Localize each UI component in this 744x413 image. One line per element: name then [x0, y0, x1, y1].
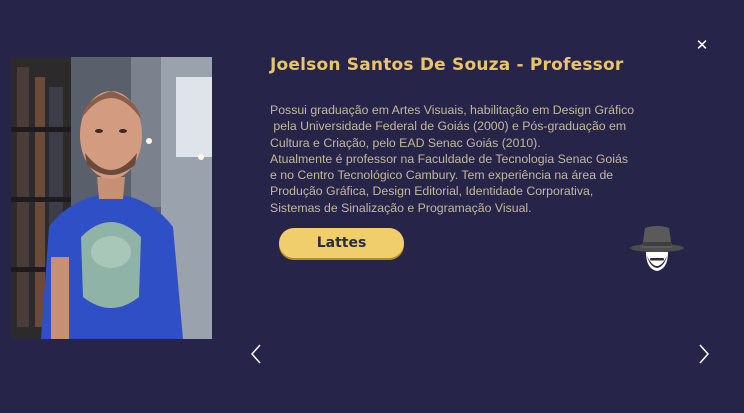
bio-line: Sistemas de Sinalização e Programação Vi…: [270, 200, 532, 215]
bio-line: Cultura e Criação, pelo EAD Senac Goiás …: [270, 135, 541, 150]
detective-hat-icon: [628, 222, 686, 274]
next-button[interactable]: [697, 342, 711, 366]
bio-line: Atualmente é professor na Faculdade de T…: [270, 151, 628, 166]
close-icon[interactable]: ✕: [696, 36, 709, 54]
profile-photo-image: [11, 57, 212, 339]
bio-line: e no Centro Tecnológico Cambury. Tem exp…: [270, 168, 614, 183]
professor-bio: Possui graduação em Artes Visuais, habil…: [270, 102, 670, 216]
chevron-left-icon[interactable]: [249, 342, 263, 366]
previous-button[interactable]: [249, 342, 263, 366]
bio-line: Produção Gráfica, Design Editorial, Iden…: [270, 184, 594, 199]
lattes-button[interactable]: Lattes: [279, 228, 404, 258]
profile-photo: [11, 57, 212, 339]
bio-line: Possui graduação em Artes Visuais, habil…: [270, 103, 635, 117]
close-button[interactable]: ✕: [693, 36, 711, 54]
professor-name-title: Joelson Santos De Souza - Professor: [270, 55, 624, 75]
bio-line: pela Universidade Federal de Goiás (2000…: [270, 119, 627, 134]
chevron-right-icon[interactable]: [697, 342, 711, 366]
